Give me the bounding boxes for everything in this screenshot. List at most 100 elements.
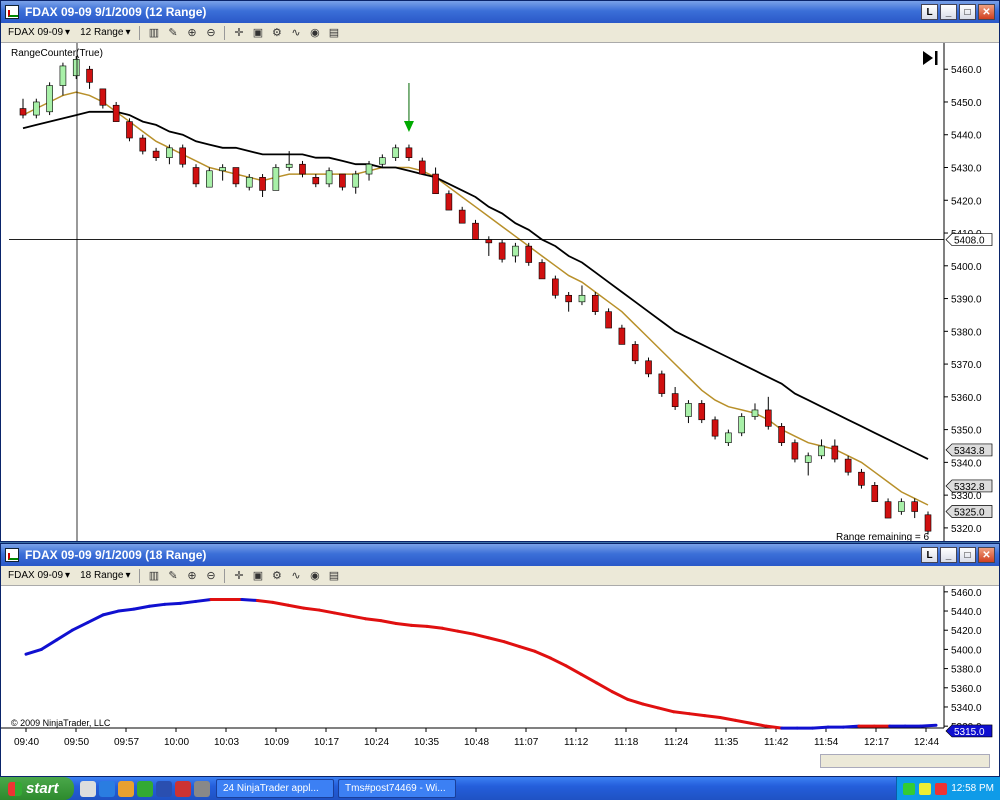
chart-app-icon <box>5 5 19 19</box>
ma-segment <box>687 712 707 718</box>
alert-icon[interactable]: ◉ <box>307 569 322 583</box>
properties-icon[interactable]: ▤ <box>326 569 341 583</box>
minimize-button[interactable]: _ <box>940 547 957 563</box>
crosshair-icon[interactable]: ✛ <box>231 26 246 40</box>
ma-segment <box>348 614 367 621</box>
candlestick-style-icon[interactable]: ▥ <box>146 569 161 583</box>
candle <box>645 357 652 378</box>
candle-body <box>445 193 453 211</box>
candle-body <box>112 104 120 122</box>
drawing-tool-icon[interactable]: ✎ <box>165 569 180 583</box>
ma-segment <box>579 672 599 685</box>
toolbar-divider <box>224 568 226 583</box>
interval-selector[interactable]: 12 Range ▾ <box>77 27 133 38</box>
zoom-in-icon[interactable]: ⊕ <box>184 26 199 40</box>
time-tick-label: 10:00 <box>164 737 189 748</box>
drawing-tool-icon[interactable]: ✎ <box>165 26 180 40</box>
quick-launch <box>74 780 216 797</box>
candle <box>791 439 799 463</box>
crosshair-icon[interactable]: ✛ <box>231 569 246 583</box>
candle-body <box>512 245 519 257</box>
network-icon[interactable] <box>903 782 916 795</box>
indicators-icon[interactable]: ∿ <box>288 26 303 40</box>
start-button[interactable]: start <box>0 777 74 800</box>
security-icon[interactable] <box>935 782 948 795</box>
time-tick-label: 10:24 <box>364 737 389 748</box>
candle-body <box>698 403 706 421</box>
price-tick-label: 5370.0 <box>951 360 982 371</box>
desktop-icon[interactable] <box>80 780 96 797</box>
task-browser[interactable]: Tms#post74469 - Wi... <box>338 779 456 798</box>
browser-icon[interactable] <box>99 780 115 797</box>
price-tick-label: 5460.0 <box>951 588 982 599</box>
link-button[interactable]: L <box>921 4 938 20</box>
instrument-label: FDAX 09-09 <box>8 570 64 581</box>
candle-body <box>685 403 692 417</box>
time-tick-label: 10:35 <box>414 737 439 748</box>
minimize-button[interactable]: _ <box>940 4 957 20</box>
ma-segment <box>502 640 522 649</box>
ma-segment <box>163 601 182 606</box>
candle-body <box>498 242 506 260</box>
price-tick-label: 5460.0 <box>951 65 982 76</box>
close-button[interactable]: ✕ <box>978 4 995 20</box>
price-marker: 5343.8 <box>954 446 985 457</box>
strategies-icon[interactable]: ⚙ <box>269 26 284 40</box>
candle-body <box>565 294 572 303</box>
time-tick-label: 12:44 <box>914 737 939 748</box>
zoom-out-icon[interactable]: ⊖ <box>203 569 218 583</box>
bottom-chart-area[interactable]: 5460.0 5440.0 5420.0 5400.0 5380.0 5360.0 5340… <box>1 586 999 776</box>
horizontal-scrollbar[interactable] <box>820 754 990 768</box>
candle-body <box>299 163 306 175</box>
ma-segment <box>841 724 861 729</box>
candle <box>764 396 772 430</box>
strategies-icon[interactable]: ⚙ <box>269 569 284 583</box>
interval-selector[interactable]: 18 Range ▾ <box>77 570 133 581</box>
candle-body <box>618 327 626 345</box>
top-chart-area[interactable]: 5460.05450.05440.05430.05420.05410.05400… <box>1 43 999 549</box>
data-box-icon[interactable]: ▣ <box>250 569 265 583</box>
task-ninjatrader[interactable]: 24 NinjaTrader appl... <box>216 779 334 798</box>
candle <box>59 62 67 96</box>
candle-body <box>339 173 346 188</box>
maximize-button[interactable]: □ <box>959 547 976 563</box>
excel-icon[interactable] <box>137 780 153 797</box>
ma-segment <box>548 656 568 668</box>
time-tick-label: 10:09 <box>264 737 289 748</box>
chevron-down-icon: ▾ <box>125 570 131 581</box>
candle <box>631 341 639 365</box>
data-box-icon[interactable]: ▣ <box>250 26 265 40</box>
candlestick-style-icon[interactable]: ▥ <box>146 26 161 40</box>
last-price-label: 5315.0 <box>954 727 985 738</box>
properties-icon[interactable]: ▤ <box>326 26 341 40</box>
candle <box>591 292 599 315</box>
time-tick-label: 09:40 <box>14 737 39 748</box>
instrument-selector[interactable]: FDAX 09-09 ▾ <box>5 570 73 581</box>
volume-icon[interactable] <box>919 782 932 795</box>
alert-icon[interactable]: ◉ <box>307 26 322 40</box>
app-icon[interactable] <box>175 780 191 797</box>
bottom-toolbar: FDAX 09-09 ▾ 18 Range ▾ ▥ ✎ ⊕ ⊖ ✛ ▣ ⚙ ∿ ◉ … <box>1 566 999 586</box>
top-title-bar[interactable]: FDAX 09-09 9/1/2009 (12 Range) L _ □ ✕ <box>1 1 999 23</box>
instrument-selector[interactable]: FDAX 09-09 ▾ <box>5 27 73 38</box>
indicators-icon[interactable]: ∿ <box>288 569 303 583</box>
folder-icon[interactable] <box>118 780 134 797</box>
copyright-label: © 2009 NinjaTrader, LLC <box>11 540 100 541</box>
app-icon[interactable] <box>194 780 210 797</box>
candle <box>139 134 147 155</box>
link-button[interactable]: L <box>921 547 938 563</box>
zoom-out-icon[interactable]: ⊖ <box>203 26 218 40</box>
line-chart[interactable]: 5460.0 5440.0 5420.0 5400.0 5380.0 5360.0 5340… <box>1 586 999 776</box>
ma-segment <box>610 690 630 701</box>
price-chart[interactable]: 5460.05450.05440.05430.05420.05410.05400… <box>1 43 999 549</box>
price-marker: 5332.8 <box>954 482 985 493</box>
bottom-title-bar[interactable]: FDAX 09-09 9/1/2009 (18 Range) L _ □ ✕ <box>1 544 999 566</box>
ma-segment <box>749 721 768 728</box>
ma-segment <box>86 613 105 625</box>
ma-segment <box>718 716 737 722</box>
close-button[interactable]: ✕ <box>978 547 995 563</box>
time-tick-label: 09:57 <box>114 737 139 748</box>
zoom-in-icon[interactable]: ⊕ <box>184 569 199 583</box>
word-icon[interactable] <box>156 780 172 797</box>
maximize-button[interactable]: □ <box>959 4 976 20</box>
